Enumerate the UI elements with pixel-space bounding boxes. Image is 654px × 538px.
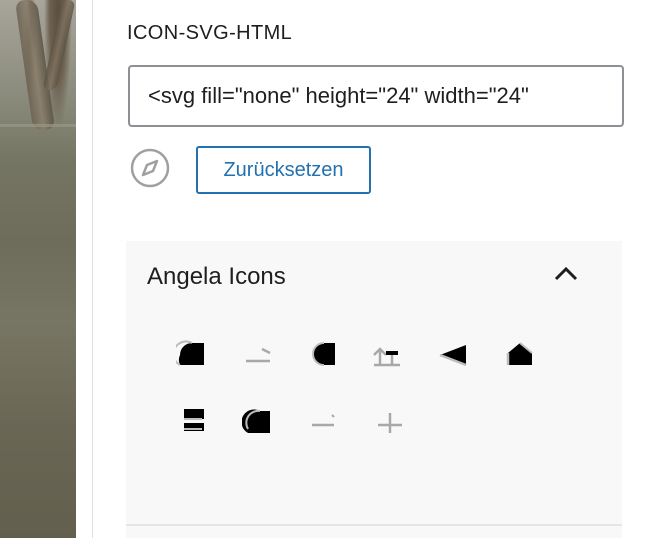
partial-send-icon[interactable]: [438, 339, 468, 369]
chevron-up-icon[interactable]: [546, 257, 586, 293]
icon-svg-html-input[interactable]: [128, 65, 624, 127]
partial-circle-icon[interactable]: [308, 339, 338, 369]
partial-plus-icon[interactable]: [376, 405, 406, 435]
icon-svg-html-label: ICON-SVG-HTML: [127, 22, 293, 44]
sidebar-divider: [92, 0, 93, 538]
background-photo: [0, 0, 76, 538]
page: ICON-SVG-HTML Zurücksetzen Angela Icons: [0, 0, 654, 538]
partial-half-circle-icon[interactable]: [176, 339, 206, 369]
panel-divider: [126, 524, 622, 526]
compass-icon: [130, 148, 170, 188]
partial-upload-icon[interactable]: [372, 339, 402, 369]
partial-minus-icon[interactable]: [310, 405, 340, 435]
partial-hourglass-icon[interactable]: [176, 405, 206, 435]
photo-pot-rim: [0, 124, 76, 127]
partial-home-icon[interactable]: [504, 339, 534, 369]
photo-branch: [42, 0, 76, 90]
icon-library-title: Angela Icons: [147, 263, 286, 290]
partial-circle-small-icon[interactable]: [242, 405, 272, 435]
partial-dash-icon[interactable]: [244, 339, 274, 369]
reset-button[interactable]: Zurücksetzen: [196, 146, 371, 194]
icon-library-panel: Angela Icons: [126, 241, 622, 538]
